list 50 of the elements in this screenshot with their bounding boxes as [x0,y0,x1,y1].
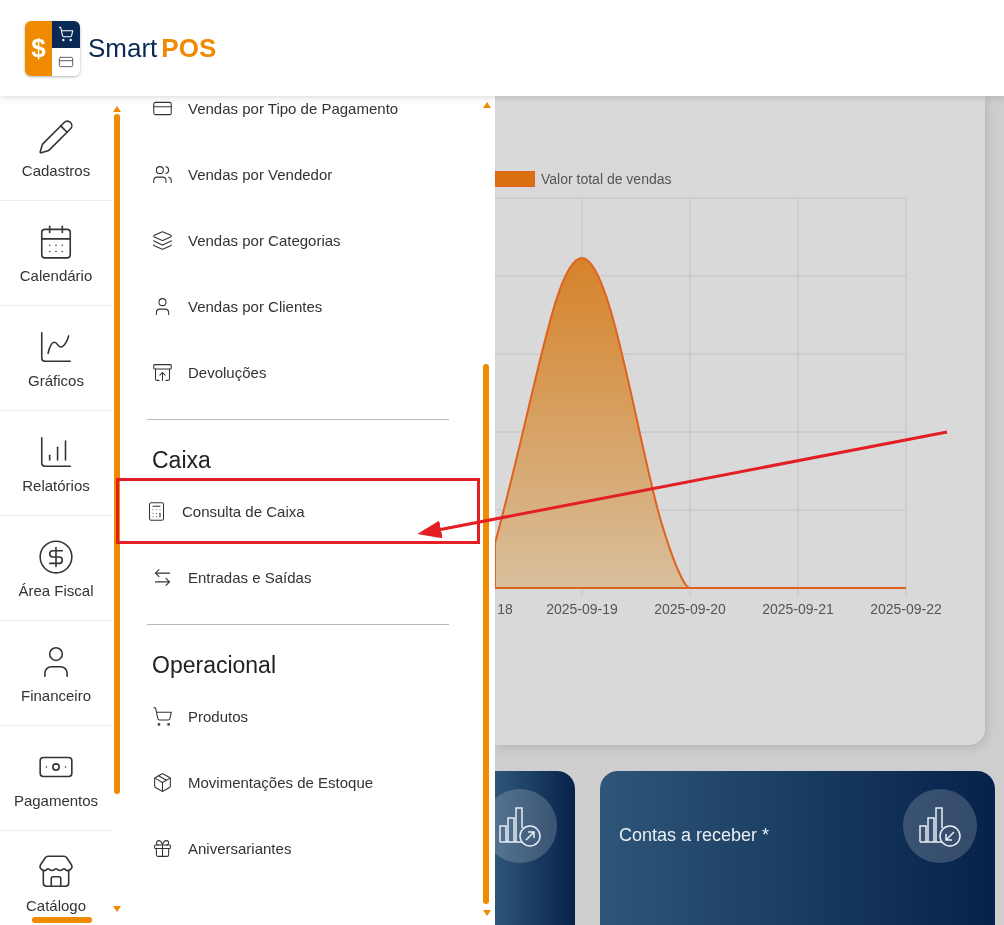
brand-name-bold: POS [161,32,217,64]
scrollbar-thumb[interactable] [483,364,489,904]
rail-item[interactable]: Relatórios [0,411,112,516]
menu-item[interactable]: Vendas por Clientes [122,273,477,339]
menu-item-icon [152,163,173,185]
bar-chart-icon [498,804,542,848]
axis-label: 2025-09-21 [762,601,834,617]
scroll-up-icon[interactable] [113,106,121,112]
menu-item-icon [152,705,173,727]
scroll-down-icon[interactable] [113,906,121,912]
rail-item[interactable]: Cadastros [0,96,112,201]
rail-item[interactable]: Área Fiscal [0,516,112,621]
menu-item[interactable]: Aniversariantes [122,815,477,881]
menu-item-icon [152,771,173,793]
menu-item-icon [146,500,167,522]
card-title: Contas a receber * [619,825,770,846]
menu-item-icon [152,566,173,588]
axis-label: 2025-09-22 [870,601,942,617]
legend-label: Valor total de vendas [541,171,672,187]
scroll-up-icon[interactable] [483,102,491,108]
scrollbar-thumb[interactable] [32,917,92,923]
bar-chart-icon [918,804,962,848]
menu-item-icon [152,837,173,859]
axis-label: 18 [497,601,513,617]
menu-item[interactable]: Consulta de Caixa [116,478,480,544]
menu-item[interactable]: Produtos [122,683,477,749]
section-heading: Caixa [151,446,212,475]
rail-item-icon [37,117,75,156]
rail-item[interactable]: Gráficos [0,306,112,411]
legend-swatch [495,171,535,187]
rail-item-icon [37,537,75,576]
cart-icon [58,26,74,42]
brand-name: Smart [88,32,158,64]
logo-symbol: $ [25,20,52,76]
scroll-down-icon[interactable] [483,910,491,916]
menu-item-icon [152,361,173,383]
menu-item[interactable]: Entradas e Saídas [122,544,477,610]
menu-item[interactable]: Movimentações de Estoque [122,749,477,815]
menu-item[interactable]: Vendas por Vendedor [122,141,477,207]
menu-item[interactable]: Devoluções [122,339,477,405]
scrollbar-thumb[interactable] [114,114,120,794]
section-heading: Operacional [151,651,278,680]
rail-item[interactable]: Calendário [0,201,112,306]
rail-item[interactable]: Pagamentos [0,726,112,831]
rail-item[interactable]: Financeiro [0,621,112,726]
menu-item[interactable]: Vendas por Tipo de Pagamento [122,96,477,120]
axis-label: 2025-09-19 [546,601,618,617]
menu-item[interactable]: Vendas por Categorias [122,207,477,273]
axis-label: 2025-09-20 [654,601,726,617]
menu-item-icon [152,229,173,251]
